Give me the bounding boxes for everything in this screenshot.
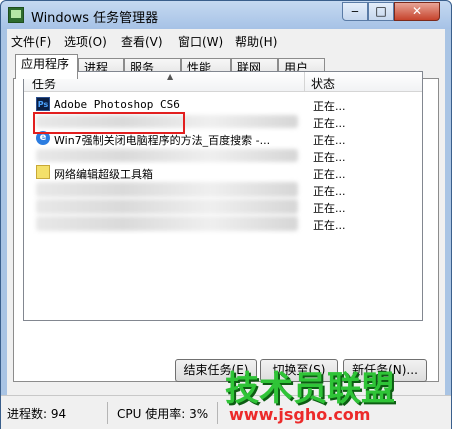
task-list-header: ▲ 任务 状态 (24, 72, 422, 92)
maximize-button[interactable]: □ (368, 2, 394, 21)
watermark-brand: 技术员联盟 (225, 369, 395, 409)
process-count: 进程数: 94 (7, 407, 67, 421)
sort-ascending-icon: ▲ (167, 72, 174, 81)
cpu-usage: CPU 使用率: 3% (117, 407, 209, 421)
task-list[interactable]: ▲ 任务 状态 Ps Adobe Photoshop CS6 正在... 正在.… (23, 71, 423, 321)
menu-file[interactable]: 文件(F) (11, 33, 51, 50)
menu-bar: 文件(F) 选项(O) 查看(V) 窗口(W) 帮助(H) (7, 29, 445, 51)
blurred-task-name (36, 149, 298, 162)
title-bar[interactable]: Windows 任务管理器 ‒ □ ✕ (1, 1, 451, 29)
status-divider (107, 402, 108, 424)
task-status: 正在... (313, 151, 346, 164)
window-title: Windows 任务管理器 (31, 11, 159, 26)
task-row[interactable]: Ps Adobe Photoshop CS6 正在... (24, 96, 422, 113)
blurred-task-name (36, 182, 298, 197)
column-divider[interactable] (304, 72, 305, 92)
task-name: Adobe Photoshop CS6 (54, 98, 180, 111)
task-status: 正在... (313, 185, 346, 198)
highlight-box (33, 112, 185, 134)
tab-applications[interactable]: 应用程序 (15, 54, 78, 79)
task-status: 正在... (313, 134, 346, 147)
task-status: 正在... (313, 202, 346, 215)
task-name: 网络编辑超级工具箱 (54, 168, 153, 181)
task-row[interactable]: 正在... (24, 198, 422, 215)
watermark-url: www.jsgho.com (229, 405, 371, 424)
task-status: 正在... (313, 219, 346, 232)
task-row[interactable]: 正在... (24, 215, 422, 232)
task-manager-app-icon (8, 7, 24, 23)
photoshop-icon: Ps (36, 97, 50, 111)
task-status: 正在... (313, 100, 346, 113)
blurred-task-name (36, 216, 298, 231)
minimize-button[interactable]: ‒ (342, 2, 368, 21)
menu-view[interactable]: 查看(V) (121, 33, 163, 50)
menu-window[interactable]: 窗口(W) (178, 33, 223, 50)
task-name: Win7强制关闭电脑程序的方法_百度搜索 -... (54, 134, 271, 147)
task-row[interactable]: 正在... (24, 181, 422, 198)
menu-options[interactable]: 选项(O) (64, 33, 107, 50)
blurred-task-name (36, 199, 298, 214)
task-row[interactable]: 网络编辑超级工具箱 正在... (24, 164, 422, 181)
menu-help[interactable]: 帮助(H) (235, 33, 277, 50)
column-header-status[interactable]: 状态 (311, 75, 335, 92)
task-status: 正在... (313, 117, 346, 130)
task-status: 正在... (313, 168, 346, 181)
folder-icon (36, 165, 50, 179)
task-manager-window: Windows 任务管理器 ‒ □ ✕ 文件(F) 选项(O) 查看(V) 窗口… (0, 0, 452, 429)
status-divider (217, 402, 218, 424)
close-button[interactable]: ✕ (394, 2, 440, 21)
task-row[interactable]: 正在... (24, 147, 422, 164)
